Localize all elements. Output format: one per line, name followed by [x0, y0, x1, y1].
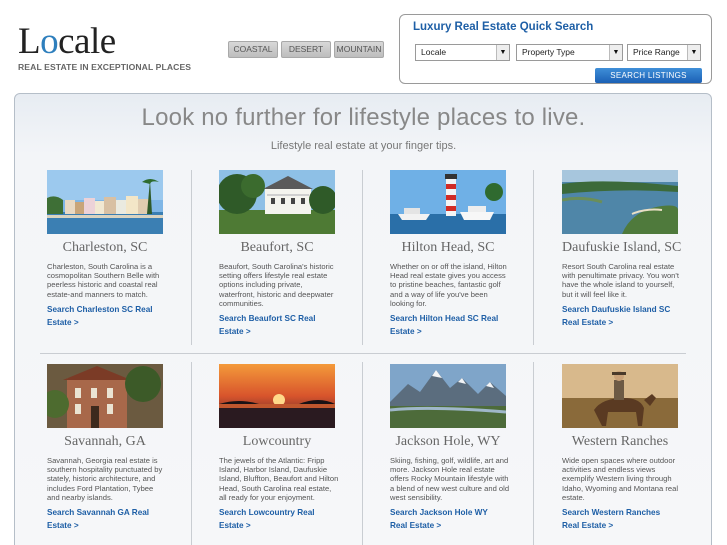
- chevron-down-icon: ▼: [609, 45, 622, 60]
- search-beaufort-link[interactable]: Search Beaufort SC Real Estate >: [219, 312, 335, 338]
- place-card-hilton-head: Hilton Head, SC Whether on or off the is…: [390, 170, 530, 338]
- price-range-select[interactable]: Price Range ▼: [627, 44, 701, 61]
- place-card-daufuskie: Daufuskie Island, SC Resort South Caroli…: [562, 170, 702, 329]
- chevron-down-icon: ▼: [496, 45, 509, 60]
- place-card-lowcountry: Lowcountry The jewels of the Atlantic: F…: [219, 364, 359, 532]
- locale-select[interactable]: Locale ▼: [415, 44, 510, 61]
- beaufort-photo[interactable]: [219, 170, 335, 234]
- row-divider: [40, 353, 686, 354]
- quick-search-box: Luxury Real Estate Quick Search Locale ▼ …: [399, 14, 712, 84]
- divider: [533, 170, 534, 345]
- search-daufuskie-link[interactable]: Search Daufuskie Island SC Real Estate >: [562, 303, 678, 329]
- search-western-ranches-link[interactable]: Search Western Ranches Real Estate >: [562, 506, 678, 532]
- search-listings-button[interactable]: SEARCH LISTINGS: [595, 68, 702, 83]
- tab-desert[interactable]: DESERT: [281, 41, 331, 58]
- place-description: The jewels of the Atlantic: Fripp Island…: [219, 456, 339, 502]
- place-description: Charleston, South Carolina is a cosmopol…: [47, 262, 160, 299]
- place-card-beaufort: Beaufort, SC Beaufort, South Carolina's …: [219, 170, 359, 338]
- divider: [191, 170, 192, 345]
- place-description: Whether on or off the island, Hilton Hea…: [390, 262, 507, 308]
- place-description: Resort South Carolina real estate with p…: [562, 262, 679, 299]
- tab-coastal[interactable]: COASTAL: [228, 41, 278, 58]
- search-hilton-head-link[interactable]: Search Hilton Head SC Real Estate >: [390, 312, 506, 338]
- place-title: Hilton Head, SC: [401, 240, 495, 255]
- divider: [362, 170, 363, 345]
- search-jackson-hole-link[interactable]: Search Jackson Hole WY Real Estate >: [390, 506, 506, 532]
- place-title: Jackson Hole, WY: [395, 434, 501, 449]
- daufuskie-photo[interactable]: [562, 170, 678, 234]
- search-charleston-link[interactable]: Search Charleston SC Real Estate >: [47, 303, 163, 329]
- place-title: Lowcountry: [242, 434, 312, 449]
- locale-select-value: Locale: [421, 47, 447, 57]
- category-tabs: COASTAL DESERT MOUNTAIN: [228, 41, 384, 58]
- place-title: Savannah, GA: [64, 434, 146, 449]
- place-card-savannah: Savannah, GA Savannah, Georgia real esta…: [47, 364, 187, 532]
- lowcountry-photo[interactable]: [219, 364, 335, 428]
- quick-search-title: Luxury Real Estate Quick Search: [413, 21, 594, 33]
- tab-mountain[interactable]: MOUNTAIN: [334, 41, 384, 58]
- hilton-head-photo[interactable]: [390, 170, 506, 234]
- savannah-photo[interactable]: [47, 364, 163, 428]
- property-type-select[interactable]: Property Type ▼: [516, 44, 623, 61]
- charleston-photo[interactable]: [47, 170, 163, 234]
- place-description: Wide open spaces where outdoor activitie…: [562, 456, 679, 502]
- page-subheadline: Lifestyle real estate at your finger tip…: [270, 140, 457, 152]
- place-title: Daufuskie Island, SC: [562, 240, 682, 255]
- page-headline: Look no further for lifestyle places to …: [141, 104, 586, 131]
- site-logo[interactable]: Locale REAL ESTATE IN EXCEPTIONAL PLACES: [18, 21, 192, 72]
- chevron-down-icon: ▼: [687, 45, 700, 60]
- place-title: Charleston, SC: [62, 240, 148, 255]
- western-ranches-photo[interactable]: [562, 364, 678, 428]
- place-description: Savannah, Georgia real estate is souther…: [47, 456, 163, 502]
- divider: [362, 362, 363, 545]
- place-card-western-ranches: Western Ranches Wide open spaces where o…: [562, 364, 702, 532]
- place-title: Beaufort, SC: [240, 240, 314, 255]
- logo-wordmark: Locale: [18, 21, 116, 62]
- search-lowcountry-link[interactable]: Search Lowcountry Real Estate >: [219, 506, 335, 532]
- logo-tagline: REAL ESTATE IN EXCEPTIONAL PLACES: [18, 62, 192, 72]
- place-title: Western Ranches: [571, 434, 669, 449]
- place-description: Beaufort, South Carolina's historic sett…: [219, 262, 334, 308]
- property-type-select-value: Property Type: [522, 47, 575, 57]
- place-card-charleston: Charleston, SC Charleston, South Carolin…: [47, 170, 187, 329]
- place-card-jackson-hole: Jackson Hole, WY Skiing, fishing, golf, …: [390, 364, 530, 532]
- search-savannah-link[interactable]: Search Savannah GA Real Estate >: [47, 506, 163, 532]
- divider: [191, 362, 192, 545]
- place-description: Skiing, fishing, golf, wildlife, art and…: [390, 456, 510, 502]
- jackson-hole-photo[interactable]: [390, 364, 506, 428]
- divider: [533, 362, 534, 545]
- price-range-select-value: Price Range: [633, 47, 680, 57]
